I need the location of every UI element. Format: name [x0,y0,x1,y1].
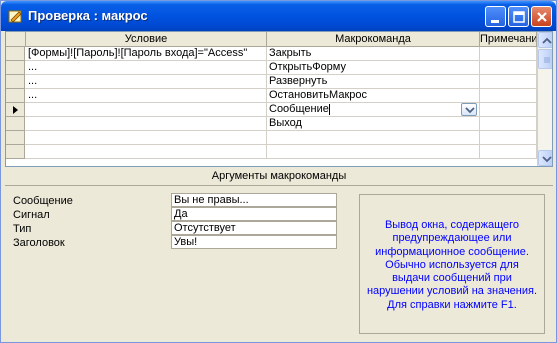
condition-cell[interactable] [26,103,267,117]
arguments-panel: Сообщение Вы не правы... Сигнал Да Тип О… [5,185,553,339]
condition-cell[interactable] [26,145,267,159]
text-caret [329,104,330,115]
action-cell[interactable]: Развернуть [267,75,480,89]
arguments-title: Аргументы макрокоманды [211,170,347,182]
column-header-action[interactable]: Макрокоманда [267,32,480,47]
title-bar[interactable]: Проверка : макрос [1,1,556,31]
property-field-beep[interactable]: Да [171,207,337,221]
column-header-condition[interactable]: Условие [26,32,267,47]
action-cell[interactable]: Выход [267,117,480,131]
help-line: Для справки нажмите F1. [387,298,517,311]
help-line: предупреждающее или [392,232,512,245]
row-selector[interactable] [6,131,25,145]
property-field-title[interactable]: Увы! [171,235,337,249]
help-line: информационное сообщение. [375,245,529,258]
condition-cell[interactable] [26,117,267,131]
condition-cell[interactable]: ... [26,61,267,75]
note-cell[interactable] [480,103,537,117]
note-cell[interactable] [480,47,537,61]
row-selector[interactable] [6,89,25,103]
condition-cell[interactable]: ... [26,89,267,103]
note-cell[interactable] [480,61,537,75]
action-combo[interactable]: Сообщение [267,103,480,117]
action-cell[interactable]: Закрыть [267,47,480,61]
action-dropdown-button[interactable] [461,103,477,116]
note-cell[interactable] [480,89,537,103]
macro-grid: Условие Макрокоманда Примечание [Формы]!… [5,31,553,167]
action-cell[interactable]: ОстановитьМакрос [267,89,480,103]
action-cell[interactable]: ОткрытьФорму [267,61,480,75]
table-row[interactable]: ... ОстановитьМакрос [6,89,537,103]
note-cell[interactable] [480,145,537,159]
table-row-current[interactable]: Сообщение [6,103,537,117]
scroll-thumb[interactable] [538,49,552,69]
table-row[interactable] [6,145,537,159]
note-cell[interactable] [480,117,537,131]
table-row[interactable]: Выход [6,117,537,131]
property-label-title: Заголовок [13,237,65,249]
maximize-button[interactable] [508,6,529,27]
macro-window: Проверка : макрос Условие Макрокоманда П… [0,0,557,343]
macro-icon[interactable] [8,9,23,23]
window-title: Проверка : макрос [28,8,148,23]
help-line: выдачи сообщений при [392,272,512,285]
property-field-message[interactable]: Вы не правы... [171,193,337,207]
property-field-type[interactable]: Отсутствует [171,221,337,235]
condition-cell[interactable]: ... [26,75,267,89]
row-selector[interactable] [6,117,25,131]
table-row[interactable]: [Формы]![Пароль]![Пароль входа]="Access"… [6,47,537,61]
help-line: Вывод окна, содержащего [384,219,520,231]
current-row-arrow-icon [13,106,18,114]
vertical-scrollbar[interactable] [537,32,552,166]
close-button[interactable] [531,6,552,27]
scroll-down-button[interactable] [538,150,552,166]
help-line: нарушении условий на значения. [366,285,538,298]
minimize-button[interactable] [485,6,506,27]
column-header-note[interactable]: Примечание [480,32,537,47]
row-selector[interactable] [6,61,25,75]
row-selector[interactable] [6,47,25,61]
row-selector[interactable] [6,75,25,89]
action-cell[interactable] [267,131,480,145]
help-text-box: Вывод окна, содержащего предупреждающее … [359,194,545,334]
condition-cell[interactable]: [Формы]![Пароль]![Пароль входа]="Access" [26,47,267,61]
table-row[interactable]: ... ОткрытьФорму [6,61,537,75]
row-selector-current[interactable] [6,103,25,117]
property-label-type: Тип [13,223,32,235]
note-cell[interactable] [480,75,537,89]
condition-cell[interactable] [26,131,267,145]
property-label-message: Сообщение [13,195,73,207]
row-selector[interactable] [6,145,25,159]
action-cell[interactable] [267,145,480,159]
help-line: Обычно используется для [385,258,519,271]
property-label-beep: Сигнал [13,209,50,221]
note-cell[interactable] [480,131,537,145]
scroll-up-button[interactable] [538,32,552,48]
table-row[interactable]: ... Развернуть [6,75,537,89]
table-row[interactable] [6,131,537,145]
header-corner[interactable] [6,32,26,47]
